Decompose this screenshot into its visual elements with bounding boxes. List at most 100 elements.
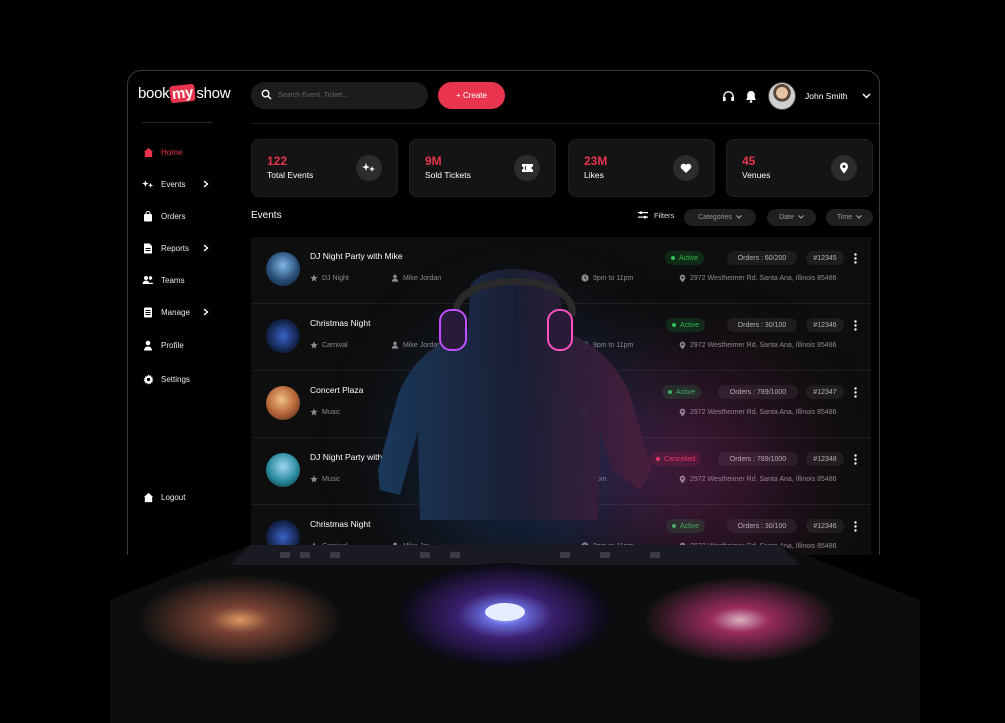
stat-card-sold-tickets[interactable]: 9M Sold Tickets — [409, 139, 556, 197]
table-row[interactable]: DJ Night Party with Mike DJ Night Mike J… — [251, 237, 871, 304]
star-icon — [310, 542, 318, 550]
event-name: Christmas Night — [310, 519, 371, 529]
event-name: DJ Night Party with — [310, 452, 383, 462]
date-dropdown[interactable]: Date — [767, 209, 816, 226]
event-organizer: Mike Jor — [391, 542, 429, 550]
event-thumbnail — [266, 319, 300, 353]
logo-text-show: show — [196, 85, 231, 102]
event-location: 2972 Westheimer Rd. Santa Ana, Illinois … — [678, 408, 837, 416]
chevron-down-icon — [798, 214, 804, 221]
event-id-badge: #12346 — [806, 519, 844, 533]
ticket-icon — [514, 155, 540, 181]
event-location: 2972 Westheimer Rd. Santa Ana, Illinois … — [678, 341, 837, 349]
event-time: 9pm to 11pm — [581, 542, 633, 550]
sidebar-item-reports[interactable]: Reports — [142, 239, 209, 257]
sidebar-item-label: Settings — [161, 374, 190, 384]
stat-label: Likes — [584, 170, 604, 180]
logout-button[interactable]: Logout — [142, 488, 185, 506]
logo-text-book: book — [138, 85, 170, 102]
sidebar-item-label: Profile — [161, 340, 184, 350]
clock-icon — [581, 408, 589, 416]
more-options-icon[interactable] — [851, 251, 859, 265]
time-dropdown[interactable]: Time — [826, 209, 873, 226]
table-row[interactable]: DJ Night Party with Music 9pm 2972 Westh… — [251, 438, 871, 505]
headphones-icon[interactable] — [721, 89, 735, 103]
more-options-icon[interactable] — [851, 385, 859, 399]
event-organizer: Mike Jordan — [391, 341, 441, 349]
star-icon — [310, 408, 318, 416]
user-icon — [391, 341, 399, 349]
stat-value: 23M — [584, 154, 608, 168]
table-row[interactable]: Christmas Night Carnival Mike Jordan 9pm… — [251, 304, 871, 371]
orders-badge: Orders : 789/1000 — [718, 385, 798, 399]
table-row[interactable]: Christmas Night Carnival Mike Jor 9pm to… — [251, 505, 871, 555]
orders-badge: Orders : 30/100 — [727, 519, 797, 533]
sidebar-item-label: Home — [161, 147, 183, 157]
stat-value: 122 — [267, 154, 288, 168]
avatar[interactable] — [768, 82, 796, 110]
event-time: 9pm — [581, 475, 607, 483]
categories-dropdown[interactable]: Categories — [684, 209, 756, 226]
stat-value: 45 — [742, 154, 756, 168]
event-thumbnail — [266, 386, 300, 420]
sidebar-item-home[interactable]: Home — [142, 143, 182, 161]
event-thumbnail — [266, 520, 300, 554]
event-time: 9pm to 11pm — [581, 274, 633, 282]
sidebar-item-orders[interactable]: Orders — [142, 207, 185, 225]
section-title: Events — [251, 210, 282, 221]
search-input[interactable] — [278, 92, 418, 99]
sidebar-item-manage[interactable]: Manage — [142, 303, 209, 321]
filter-icon — [638, 210, 648, 220]
event-id-badge: #12348 — [806, 452, 844, 466]
sparkle-icon — [356, 155, 382, 181]
event-date: 2023 — [516, 274, 532, 281]
stat-card-total-events[interactable]: 122 Total Events — [251, 139, 398, 197]
event-location: 2972 Westheimer Rd. Santa Ana, Illinois … — [678, 274, 837, 282]
sidebar-item-profile[interactable]: Profile — [142, 336, 184, 354]
user-name[interactable]: John Smith — [805, 91, 848, 101]
event-time: 9pm to 11pm — [581, 408, 633, 416]
logout-label: Logout — [161, 492, 186, 502]
chevron-down-icon[interactable] — [861, 91, 871, 101]
event-name: Concert Plaza — [310, 385, 364, 395]
home-icon — [142, 491, 154, 503]
sidebar: book my show Home Events Orders Reports … — [128, 71, 238, 555]
sidebar-item-events[interactable]: Events — [142, 175, 209, 193]
user-icon — [391, 274, 399, 282]
event-thumbnail — [266, 453, 300, 487]
stat-label: Total Events — [267, 170, 314, 180]
more-options-icon[interactable] — [851, 452, 859, 466]
user-icon — [142, 339, 154, 351]
brand-logo[interactable]: book my show — [138, 83, 231, 104]
location-pin-icon — [678, 341, 686, 349]
star-icon — [310, 341, 318, 349]
bell-icon[interactable] — [744, 89, 758, 103]
stat-card-likes[interactable]: 23M Likes — [568, 139, 715, 197]
event-name: Christmas Night — [310, 318, 371, 328]
location-pin-icon — [678, 542, 686, 550]
search-bar[interactable] — [251, 82, 428, 109]
table-row[interactable]: Concert Plaza Music 9pm to 11pm 2972 Wes… — [251, 371, 871, 438]
more-options-icon[interactable] — [851, 519, 859, 533]
clock-icon — [581, 341, 589, 349]
stat-card-venues[interactable]: 45 Venues — [726, 139, 873, 197]
sidebar-item-teams[interactable]: Teams — [142, 271, 185, 289]
create-button[interactable]: + Create — [438, 82, 505, 109]
status-badge: Cancelled — [650, 452, 702, 466]
orders-badge: Orders : 60/200 — [727, 251, 797, 265]
more-options-icon[interactable] — [851, 318, 859, 332]
location-pin-icon — [678, 475, 686, 483]
search-icon — [261, 87, 272, 105]
orders-badge: Orders : 30/100 — [727, 318, 797, 332]
event-location: 2972 Westheimer Rd. Santa Ana, Illinois … — [678, 542, 837, 550]
app-window: book my show Home Events Orders Reports … — [127, 70, 880, 555]
filters-label: Filters — [654, 210, 675, 220]
divider — [142, 122, 212, 123]
status-badge: Active — [666, 318, 706, 332]
logo-text-my: my — [169, 83, 197, 104]
star-icon — [310, 274, 318, 282]
report-icon — [142, 242, 154, 254]
sidebar-item-settings[interactable]: Settings — [142, 370, 190, 388]
event-category: DJ Night — [310, 274, 349, 282]
filters-button[interactable]: Filters — [638, 210, 674, 220]
